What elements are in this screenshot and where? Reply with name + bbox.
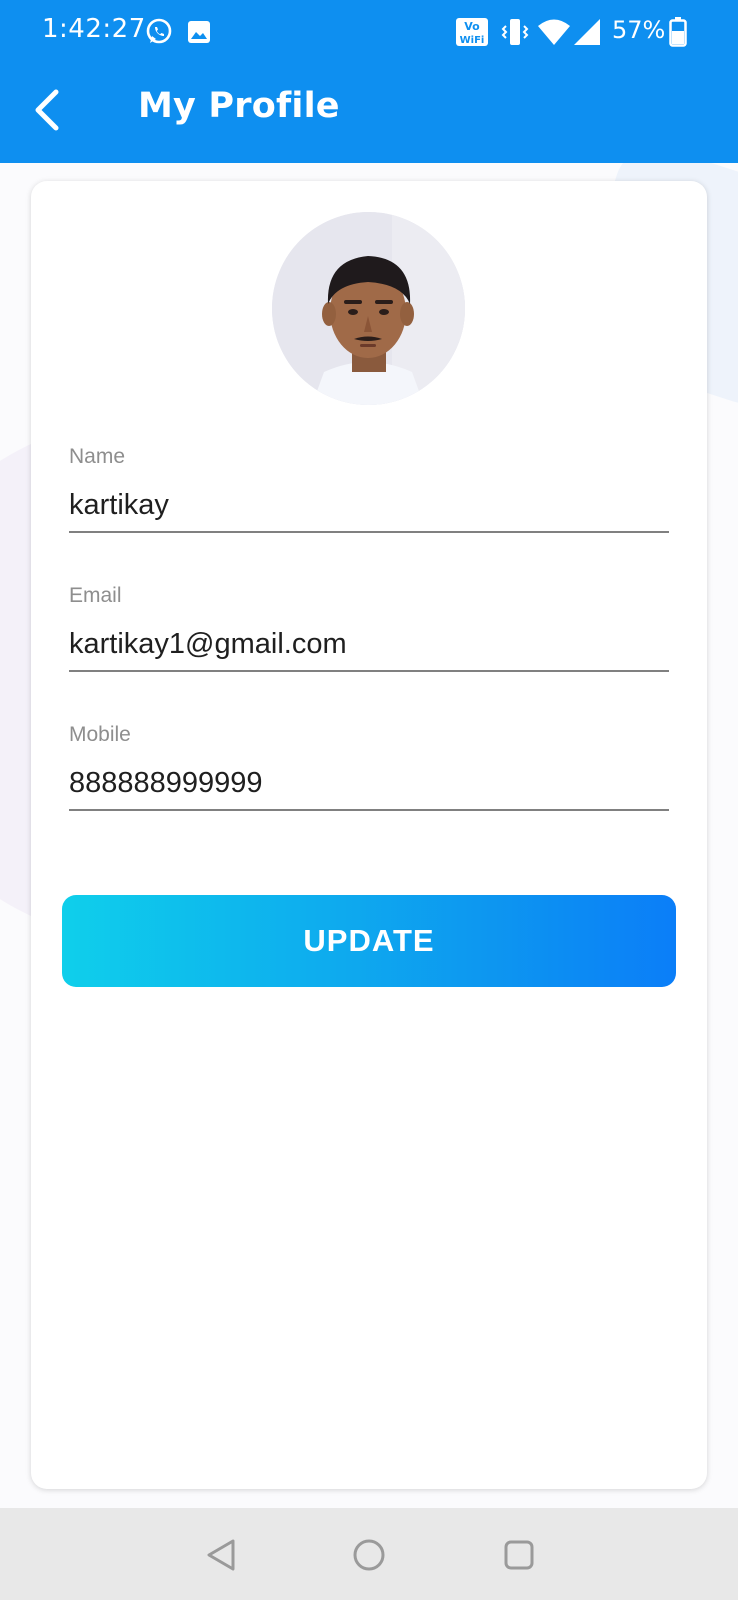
nav-back-button[interactable] [196,1530,246,1580]
back-button[interactable] [18,80,78,140]
app-bar: My Profile [0,64,738,163]
page-title: My Profile [138,86,340,126]
recents-square-icon [504,1540,534,1570]
chevron-left-icon [35,89,59,131]
gallery-icon [186,19,212,45]
whatsapp-icon [144,17,174,47]
battery-icon [668,16,688,48]
name-input[interactable] [69,479,669,533]
system-navigation-bar [0,1508,738,1600]
status-bar: 1:42:27 Vo WiFi 57% [0,0,738,64]
status-time: 1:42:27 [42,14,146,44]
vowifi-icon: Vo WiFi [455,17,489,47]
battery-percentage: 57% [612,16,666,44]
update-button[interactable]: UPDATE [62,895,676,987]
avatar-photo [272,212,465,405]
wifi-icon [537,17,571,47]
email-field-group: Email [69,584,669,674]
vowifi-top-text: Vo [464,20,480,33]
back-triangle-icon [207,1539,235,1571]
nav-recents-button[interactable] [494,1530,544,1580]
avatar[interactable] [272,212,465,405]
email-label: Email [69,584,122,607]
email-input[interactable] [69,618,669,672]
mobile-input[interactable] [69,757,669,811]
home-circle-icon [353,1539,385,1571]
vowifi-bottom-text: WiFi [460,35,485,46]
screen: 1:42:27 Vo WiFi 57% My Profile Name kart… [0,0,738,1600]
vibrate-icon [500,16,530,48]
mobile-label: Mobile [69,723,131,746]
profile-card: Name Email Mobile UPDATE [31,181,707,1489]
mobile-field-group: Mobile [69,723,669,813]
nav-home-button[interactable] [344,1530,394,1580]
name-field-group: Name [69,445,669,535]
name-label: Name [69,445,126,468]
signal-icon [572,17,602,47]
